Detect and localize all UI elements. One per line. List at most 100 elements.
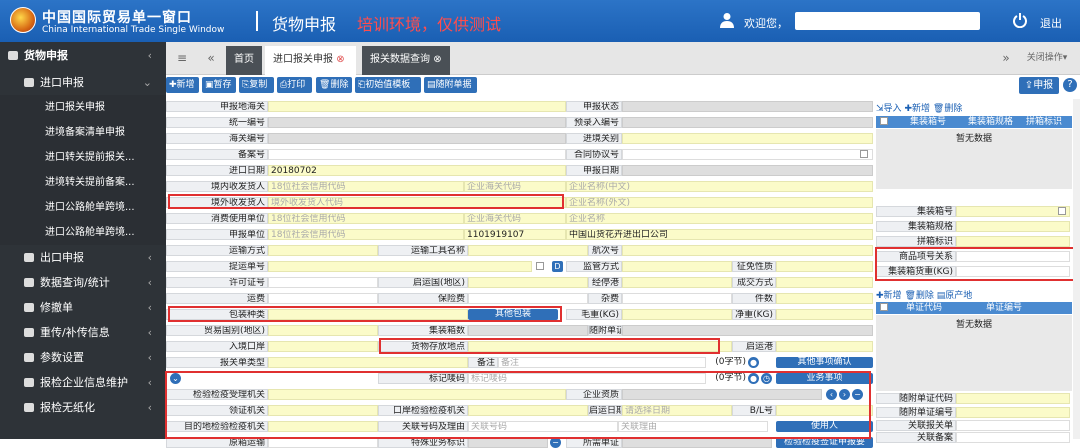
copy-button[interactable]: ⎘复制	[239, 77, 274, 93]
dest-inspection-input[interactable]	[268, 421, 378, 432]
select-all-checkbox[interactable]	[880, 117, 888, 125]
bill-detail-icon[interactable]: D	[552, 261, 563, 272]
license-no-input[interactable]	[268, 277, 378, 288]
sidebar-section-params[interactable]: 参数设置 ‹	[0, 345, 166, 370]
declare-customs-input[interactable]	[268, 101, 566, 112]
goods-location-input[interactable]	[468, 341, 732, 352]
freight-input[interactable]	[268, 293, 378, 304]
vehicle-name-input[interactable]	[468, 245, 588, 256]
doc-no-input[interactable]	[956, 407, 1070, 418]
pieces-input[interactable]	[776, 293, 873, 304]
save-draft-button[interactable]: ▣暂存	[202, 77, 236, 93]
voyage-no-input[interactable]	[622, 245, 873, 256]
entry-gate-input[interactable]	[268, 341, 378, 352]
tab-import-declare[interactable]: 进口报关申报 ⊗	[265, 46, 356, 75]
container-weight-input[interactable]	[956, 266, 1070, 277]
tab-scroll-left-icon[interactable]: «	[202, 42, 220, 75]
cert-office-input[interactable]	[268, 405, 378, 416]
origin-doc-button[interactable]: ▤原产地	[937, 291, 973, 301]
bl-no-input[interactable]	[776, 405, 873, 416]
menu-toggle-icon[interactable]: ≡	[172, 42, 192, 75]
import-date-input[interactable]: 20180702	[268, 165, 566, 176]
close-operations-menu[interactable]: 关闭操作▾	[1018, 42, 1076, 75]
link-declaration-input[interactable]	[956, 420, 1070, 431]
next-icon[interactable]: ›	[839, 389, 850, 400]
attached-docs-button[interactable]: ▤随附单据	[424, 77, 477, 93]
port-inspection-input[interactable]	[468, 405, 588, 416]
power-icon[interactable]	[1012, 12, 1028, 28]
package-type-input[interactable]	[268, 309, 468, 320]
sidebar-section-enterprise[interactable]: 报检企业信息维护 ‹	[0, 370, 166, 395]
sidebar-section-revoke[interactable]: 修撤单 ‹	[0, 295, 166, 320]
consignee-customs-code-input[interactable]: 企业海关代码	[464, 181, 566, 192]
mark-expand-icon[interactable]: ●	[748, 373, 759, 384]
prev-icon[interactable]: ‹	[826, 389, 837, 400]
sidebar-section-resend[interactable]: 重传/补传信息 ‹	[0, 320, 166, 345]
sidebar-item-entry-record[interactable]: 进境备案清单申报	[0, 120, 166, 145]
tab-declare-query[interactable]: 报关数据查询 ⊗	[362, 46, 450, 75]
page-scrollbar[interactable]	[1073, 99, 1080, 439]
sidebar-section-query[interactable]: 数据查询/统计 ‹	[0, 270, 166, 295]
container-spec-input[interactable]	[956, 221, 1070, 232]
bill-checkbox[interactable]	[536, 262, 544, 270]
inspection-office-input[interactable]	[268, 389, 566, 400]
other-package-button[interactable]: 其他包装	[468, 309, 558, 320]
business-matters-button[interactable]: 业务事项	[776, 373, 873, 384]
new-doc-button[interactable]: ✚新增	[876, 291, 902, 301]
sidebar-item-import-declare[interactable]: 进口报关申报	[0, 95, 166, 120]
declarer-customs-code-input[interactable]: 1101919107	[464, 229, 566, 240]
new-button[interactable]: ✚新增	[166, 77, 199, 93]
sidebar-section-paperless[interactable]: 报检无纸化 ‹	[0, 395, 166, 420]
remove-icon[interactable]: −	[852, 389, 863, 400]
doc-code-input[interactable]	[956, 393, 1070, 404]
bill-no-input[interactable]	[268, 261, 532, 272]
foreign-consignee-name-input[interactable]: 企业名称(外文)	[566, 197, 873, 208]
consumer-credit-code-input[interactable]: 18位社会信用代码	[268, 213, 464, 224]
logout-link[interactable]: 退出	[1040, 15, 1062, 31]
sidebar-item-transfer-record[interactable]: 进境转关提前备案...	[0, 170, 166, 195]
depart-date-input[interactable]: 请选择日期	[622, 405, 732, 416]
tab-scroll-right-icon[interactable]: »	[996, 42, 1016, 75]
sidebar-item-transfer-declare[interactable]: 进口转关提前报关...	[0, 145, 166, 170]
entry-port-input[interactable]	[622, 133, 873, 144]
init-template-button[interactable]: ⎗初始值模板	[355, 77, 421, 93]
record-no-input[interactable]	[268, 149, 566, 160]
delete-doc-button[interactable]: 🗑删除	[904, 291, 933, 301]
close-icon[interactable]: ⊗	[433, 54, 441, 65]
select-all-docs-checkbox[interactable]	[880, 303, 888, 311]
remark-expand-icon[interactable]: ●	[748, 357, 759, 368]
net-weight-input[interactable]	[776, 309, 873, 320]
sidebar-item-road-manifest-2[interactable]: 进口公路舱单跨境...	[0, 220, 166, 245]
close-icon[interactable]: ⊗	[336, 54, 344, 65]
other-matters-confirm-button[interactable]: 其他事项确认	[776, 357, 873, 368]
import-container-button[interactable]: ⇲导入	[876, 104, 902, 114]
sidebar-group-import[interactable]: 进口申报 ⌄	[0, 70, 166, 95]
item-relation-input[interactable]	[956, 251, 1070, 262]
deal-mode-input[interactable]	[776, 277, 873, 288]
remark-input[interactable]: 备注	[498, 357, 706, 368]
user-button[interactable]: 使用人	[776, 421, 873, 432]
sidebar-item-road-manifest-1[interactable]: 进口公路舱单跨境...	[0, 195, 166, 220]
insurance-input[interactable]	[468, 293, 588, 304]
link-number-input[interactable]: 关联号码	[468, 421, 618, 432]
gross-weight-input[interactable]	[622, 309, 732, 320]
foreign-consignee-code-input[interactable]: 境外收发货人代码	[268, 197, 566, 208]
contract-checkbox[interactable]	[860, 150, 868, 158]
levy-nature-input[interactable]	[776, 261, 873, 272]
transport-mode-input[interactable]	[268, 245, 378, 256]
declaration-type-input[interactable]	[268, 357, 468, 368]
misc-fee-input[interactable]	[622, 293, 732, 304]
container-no-input[interactable]	[956, 206, 1070, 217]
supervise-mode-input[interactable]	[622, 261, 732, 272]
consumer-name-input[interactable]: 企业名称	[566, 213, 873, 224]
delete-button[interactable]: 🗑删除	[316, 77, 352, 93]
print-button[interactable]: ⎙打印	[277, 77, 312, 93]
link-reason-input[interactable]: 关联理由	[618, 421, 768, 432]
link-record-input[interactable]	[956, 432, 1070, 443]
consignee-name-cn-input[interactable]: 企业名称(中文)	[566, 181, 873, 192]
contract-no-input[interactable]	[622, 149, 873, 160]
trade-country-input[interactable]	[268, 325, 378, 336]
new-container-button[interactable]: ✚新增	[904, 104, 930, 114]
lcl-flag-input[interactable]	[956, 236, 1070, 247]
tab-home[interactable]: 首页	[226, 46, 262, 75]
